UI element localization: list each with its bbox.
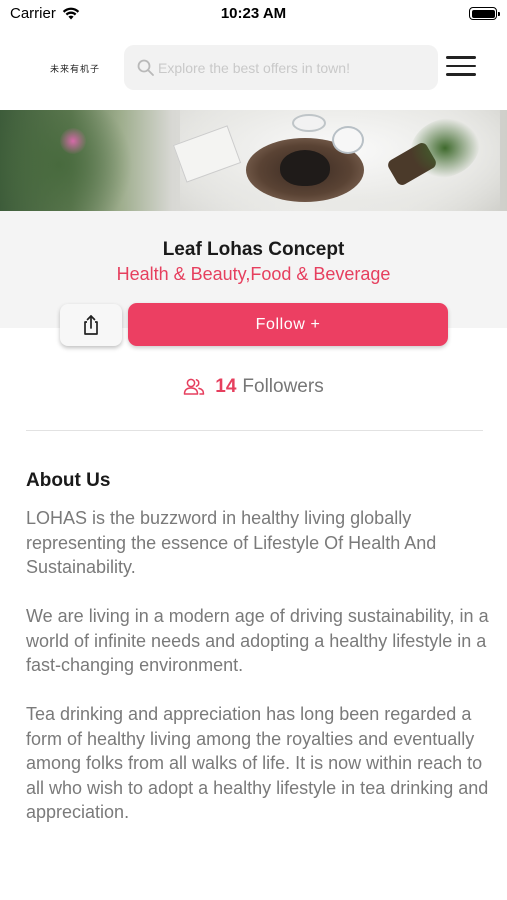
share-button[interactable] xyxy=(60,304,122,346)
share-icon xyxy=(84,315,98,335)
banner-teacup xyxy=(292,114,326,132)
menu-line xyxy=(446,56,476,59)
about-us-heading: About Us xyxy=(26,470,111,491)
section-divider xyxy=(26,430,483,431)
followers-count: 14 xyxy=(215,376,237,397)
battery-level-fill xyxy=(471,9,495,18)
store-category: Health & Beauty,Food & Beverage xyxy=(116,264,391,284)
store-logo[interactable]: 未来有机子 xyxy=(50,62,100,75)
followers-icon xyxy=(184,378,205,395)
search-bar[interactable] xyxy=(124,45,438,90)
banner-foliage xyxy=(0,110,140,211)
store-name: Leaf Lohas Concept xyxy=(162,239,345,260)
hamburger-menu-icon[interactable] xyxy=(446,56,478,80)
about-paragraph: We are living in a modern age of driving… xyxy=(26,606,489,675)
menu-line xyxy=(446,73,476,76)
follow-button[interactable]: Follow + xyxy=(128,303,448,346)
status-time: 10:23 AM xyxy=(220,5,287,22)
banner-teapot xyxy=(280,150,330,186)
about-paragraph: Tea drinking and appreciation has long b… xyxy=(26,704,489,822)
battery-icon xyxy=(469,7,500,20)
app-header: 未来有机子 xyxy=(0,44,507,92)
store-banner-image xyxy=(0,110,507,211)
search-icon xyxy=(137,59,154,76)
about-us-body: LOHAS is the buzzword in healthy living … xyxy=(26,506,494,849)
followers-label: Followers xyxy=(242,376,324,397)
search-input[interactable] xyxy=(158,59,428,76)
menu-line xyxy=(446,64,476,67)
about-paragraph: LOHAS is the buzzword in healthy living … xyxy=(26,508,437,577)
followers-summary[interactable]: 14 Followers xyxy=(0,376,507,398)
banner-flower xyxy=(60,128,86,154)
banner-teacup xyxy=(332,126,364,154)
status-bar: Carrier 10:23 AM xyxy=(0,0,507,30)
